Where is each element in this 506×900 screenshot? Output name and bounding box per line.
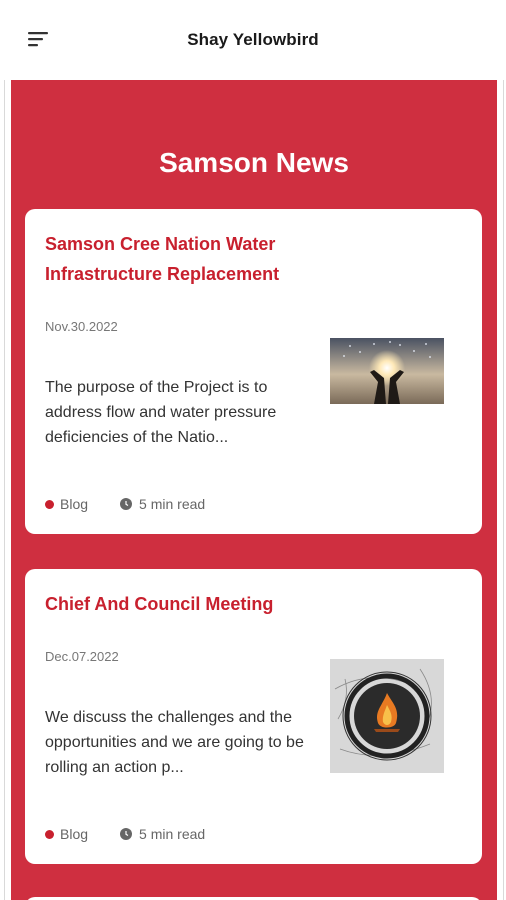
article-date: Dec.07.2022 bbox=[45, 649, 119, 664]
article-meta: Blog 5 min read bbox=[45, 496, 205, 512]
article-excerpt: We discuss the challenges and the opport… bbox=[45, 709, 304, 776]
news-panel: Samson News Samson Cree Nation Water Inf… bbox=[11, 80, 497, 900]
clock-icon bbox=[120, 498, 133, 510]
category-dot-icon bbox=[45, 829, 54, 839]
header-title: Shay Yellowbird bbox=[187, 30, 319, 49]
article-title[interactable]: Samson Cree Nation Water Infrastructure … bbox=[45, 229, 345, 289]
article-category: Blog bbox=[60, 826, 89, 842]
article-read-time: 5 min read bbox=[139, 826, 206, 842]
category-dot-icon bbox=[45, 499, 54, 509]
article-meta: Blog 5 min read bbox=[45, 826, 205, 842]
app-header: Shay Yellowbird bbox=[0, 0, 506, 80]
clock-icon bbox=[120, 828, 133, 840]
news-card[interactable]: Chief And Council Meeting Dec.07.2022 We… bbox=[25, 569, 482, 864]
left-divider bbox=[4, 80, 5, 900]
article-excerpt: The purpose of the Project is to address… bbox=[45, 379, 277, 446]
news-card[interactable]: Samson Cree Nation Water Infrastructure … bbox=[25, 209, 482, 534]
article-title[interactable]: Chief And Council Meeting bbox=[45, 589, 365, 619]
section-title: Samson News bbox=[159, 147, 349, 178]
fire-circle-drawing-image[interactable] bbox=[330, 659, 444, 773]
article-date: Nov.30.2022 bbox=[45, 319, 118, 334]
right-divider bbox=[503, 80, 504, 900]
hamburger-menu-icon bbox=[28, 32, 48, 47]
menu-button[interactable] bbox=[28, 30, 52, 50]
hands-holding-light-image[interactable] bbox=[330, 338, 444, 404]
article-category: Blog bbox=[60, 496, 89, 512]
article-read-time: 5 min read bbox=[139, 496, 206, 512]
